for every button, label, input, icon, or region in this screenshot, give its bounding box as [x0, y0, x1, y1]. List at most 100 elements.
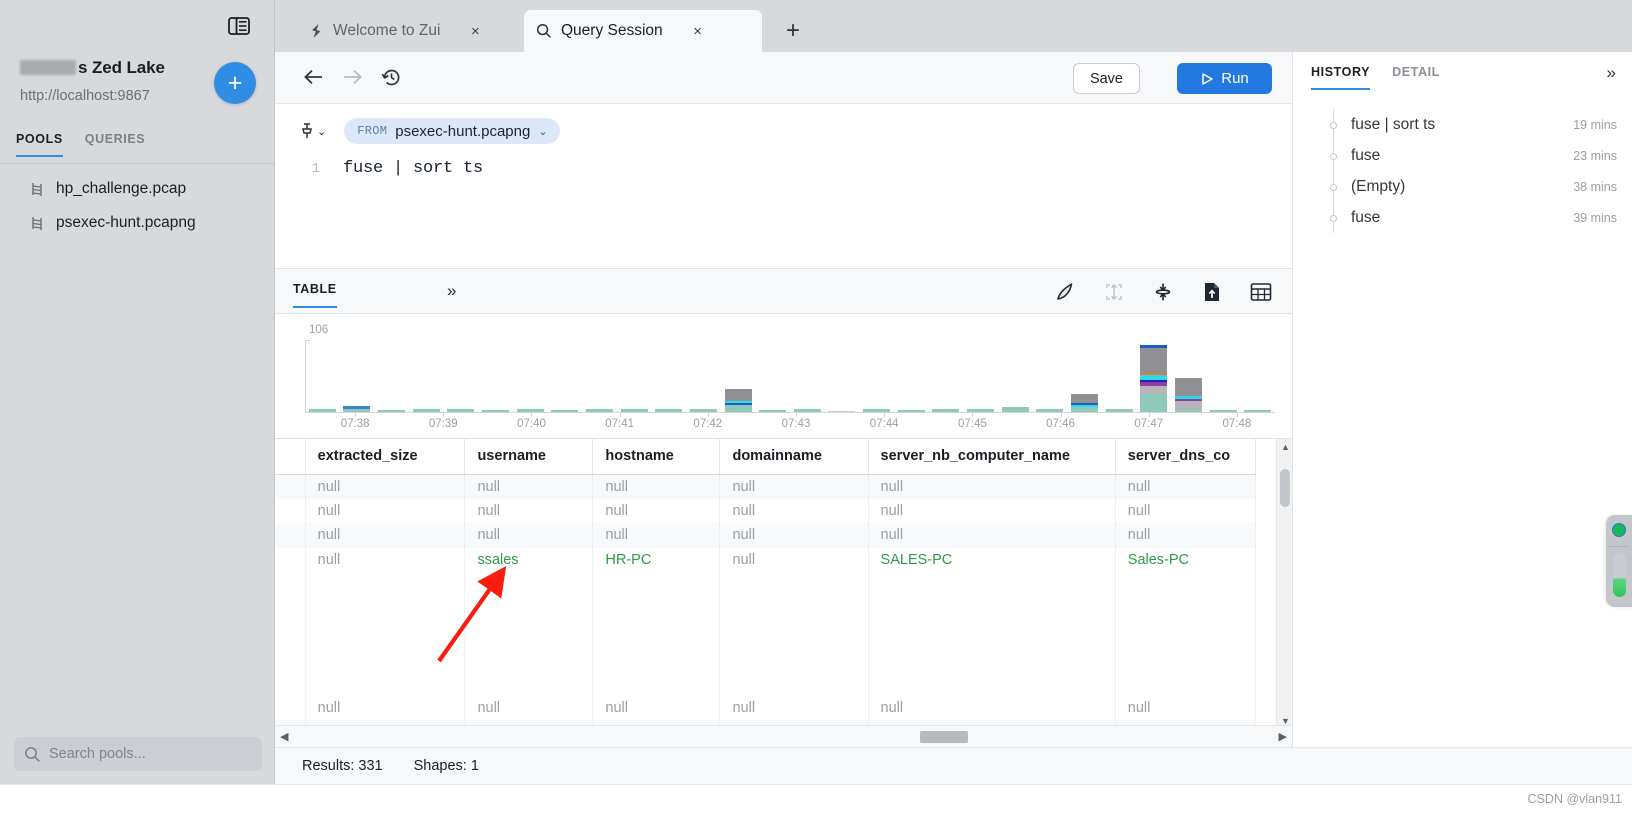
sidebar-item-pool-psexec-hunt[interactable]: psexec-hunt.pcapng: [0, 206, 275, 240]
table-cell[interactable]: null: [1115, 695, 1257, 720]
table-cell[interactable]: [275, 596, 306, 622]
tab-table[interactable]: TABLE: [293, 282, 337, 308]
column-header-off[interactable]: off: [275, 439, 306, 475]
widget-level-bar[interactable]: [1612, 553, 1626, 597]
table-cell[interactable]: HR-PC: [592, 547, 721, 573]
table-row[interactable]: [275, 646, 1257, 671]
table-cell[interactable]: [305, 646, 466, 671]
table-cell[interactable]: [305, 572, 466, 597]
table-cell[interactable]: null: [592, 523, 721, 548]
table-cell[interactable]: null: [464, 474, 594, 499]
table-cell[interactable]: [275, 547, 306, 573]
histogram-bar[interactable]: [1140, 345, 1168, 412]
histogram-bar[interactable]: [1105, 408, 1133, 412]
floating-status-widget[interactable]: [1606, 515, 1632, 607]
table-cell[interactable]: [592, 646, 721, 671]
histogram-bar[interactable]: [932, 409, 960, 412]
clock-history-icon[interactable]: [376, 62, 406, 92]
table-cell[interactable]: [1115, 646, 1257, 671]
table-cell[interactable]: null: [719, 523, 869, 548]
table-cell[interactable]: [275, 695, 306, 720]
table-cell[interactable]: [868, 621, 1116, 647]
brim-shark-fin-icon[interactable]: [1052, 279, 1078, 305]
tab-query-session[interactable]: Query Session ×: [524, 10, 762, 52]
hscrollbar-thumb[interactable]: [920, 731, 968, 743]
table-row[interactable]: [275, 621, 1257, 647]
histogram-bar[interactable]: [828, 410, 856, 412]
close-icon[interactable]: ×: [466, 22, 484, 40]
add-pool-button[interactable]: +: [214, 62, 256, 104]
scroll-left-icon[interactable]: ◀: [280, 730, 288, 743]
table-cell[interactable]: null: [305, 695, 466, 720]
history-item[interactable]: fuse 39 mins: [1293, 202, 1632, 233]
table-row[interactable]: [275, 596, 1257, 622]
histogram-bar[interactable]: [655, 409, 683, 412]
table-cell[interactable]: [305, 596, 466, 622]
sidebar-item-pool-hp-challenge[interactable]: hp_challenge.pcap: [0, 172, 275, 206]
histogram-bar[interactable]: [1209, 409, 1237, 412]
expand-arrows-icon[interactable]: [1101, 279, 1127, 305]
table-cell[interactable]: ssales: [464, 547, 594, 573]
table-cell[interactable]: [464, 670, 594, 696]
from-pool-chip[interactable]: FROM psexec-hunt.pcapng ⌄: [344, 118, 560, 144]
export-file-icon[interactable]: [1199, 279, 1225, 305]
table-cell[interactable]: [592, 621, 721, 647]
table-cell[interactable]: [1115, 621, 1257, 647]
histogram-plot-area[interactable]: [305, 340, 1275, 412]
table-cell[interactable]: SALES-PC: [868, 547, 1116, 573]
table-cell[interactable]: [592, 572, 721, 597]
histogram-bar[interactable]: [482, 409, 510, 412]
table-row[interactable]: [275, 572, 1257, 597]
tab-detail[interactable]: DETAIL: [1392, 65, 1440, 90]
histogram-bar[interactable]: [793, 409, 821, 412]
histogram-bar[interactable]: [1036, 409, 1064, 412]
table-cell[interactable]: null: [719, 695, 869, 720]
table-row[interactable]: nullnullnullnullnullnull: [275, 523, 1257, 548]
scrollbar-thumb[interactable]: [1280, 469, 1290, 507]
table-cell[interactable]: null: [868, 474, 1116, 499]
histogram-bar[interactable]: [1001, 407, 1029, 412]
sidebar-tab-queries[interactable]: QUERIES: [85, 132, 145, 157]
histogram-bar[interactable]: [378, 409, 406, 412]
histogram-bar[interactable]: [343, 405, 371, 412]
table-cell[interactable]: [868, 670, 1116, 696]
tab-history[interactable]: HISTORY: [1311, 65, 1371, 90]
new-tab-button[interactable]: +: [780, 17, 806, 44]
table-cell[interactable]: [305, 621, 466, 647]
table-cell[interactable]: [464, 596, 594, 622]
table-cell[interactable]: [592, 670, 721, 696]
table-cell[interactable]: [305, 670, 466, 696]
table-cell[interactable]: null: [1115, 474, 1257, 499]
table-cell[interactable]: [275, 646, 306, 671]
histogram-bar[interactable]: [447, 409, 475, 412]
table-cell[interactable]: Sales-PC: [1115, 547, 1257, 573]
save-button[interactable]: Save: [1072, 63, 1140, 94]
history-item[interactable]: fuse 23 mins: [1293, 140, 1632, 171]
table-cell[interactable]: [1115, 596, 1257, 622]
history-item[interactable]: (Empty) 38 mins: [1293, 171, 1632, 202]
table-cell[interactable]: [275, 670, 306, 696]
histogram-bar[interactable]: [585, 409, 613, 412]
table-cell[interactable]: [1115, 670, 1257, 696]
table-row[interactable]: [275, 670, 1257, 696]
histogram-bar[interactable]: [689, 409, 717, 412]
histogram-bar[interactable]: [308, 409, 336, 412]
histogram-bar[interactable]: [412, 409, 440, 412]
table-row[interactable]: null ssales HR-PC null SALES-PC Sales-PC: [275, 547, 1257, 573]
table-cell[interactable]: null: [464, 498, 594, 524]
histogram-bar[interactable]: [967, 409, 995, 412]
histogram-bar[interactable]: [1244, 409, 1272, 412]
table-cell[interactable]: null: [592, 474, 721, 499]
column-header-server-dns-computer-name[interactable]: server_dns_co: [1115, 439, 1257, 475]
table-cell[interactable]: null: [464, 695, 594, 720]
histogram-bar[interactable]: [759, 409, 787, 412]
table-cell[interactable]: null: [719, 474, 869, 499]
pin-icon[interactable]: ⌄: [300, 122, 326, 140]
table-vertical-scrollbar[interactable]: ▲ ▼: [1276, 439, 1292, 729]
table-cell[interactable]: [464, 572, 594, 597]
histogram-bar[interactable]: [863, 409, 891, 412]
table-cell[interactable]: [719, 572, 869, 597]
table-cell[interactable]: [868, 596, 1116, 622]
table-cell[interactable]: [464, 621, 594, 647]
histogram-bar[interactable]: [516, 409, 544, 412]
